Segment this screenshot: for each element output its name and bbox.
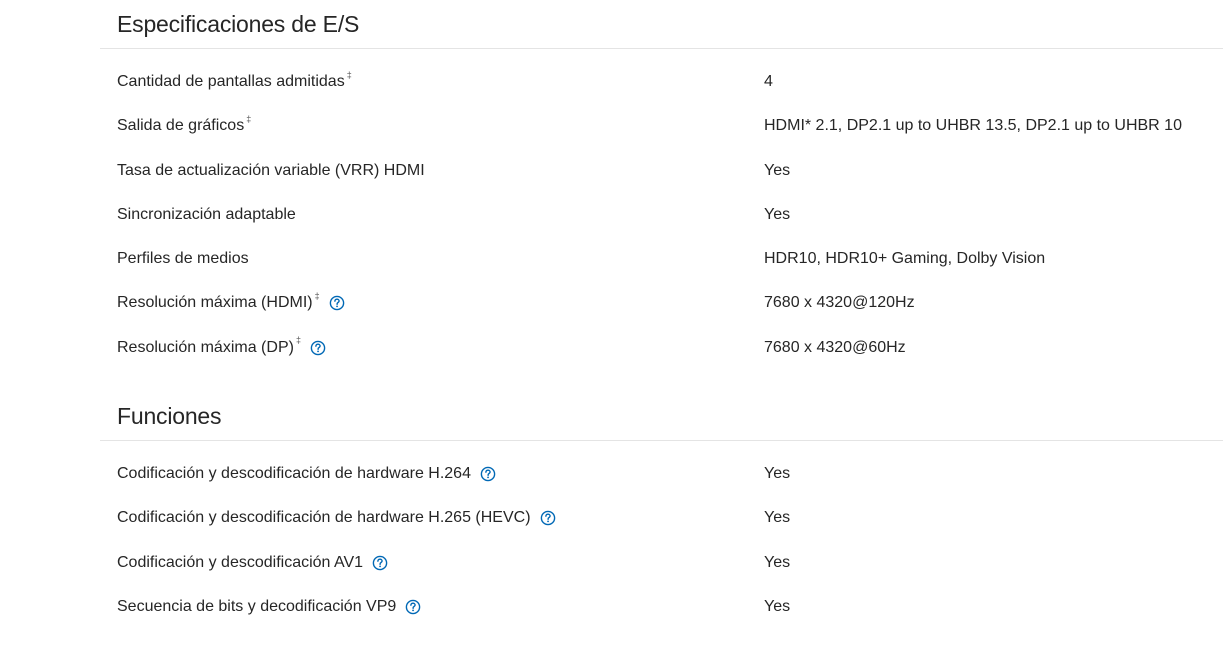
section-title: Especificaciones de E/S xyxy=(117,10,360,37)
spec-value: Yes xyxy=(764,597,791,615)
spec-label: Codificación y descodificación de hardwa… xyxy=(117,452,496,496)
spec-row: Cantidad de pantallas admitidas ‡ 4 xyxy=(100,60,1223,104)
spec-value: HDMI* 2.1, DP2.1 up to UHBR 13.5, DP2.1 … xyxy=(764,117,1182,135)
spec-value: 7680 x 4320@60Hz xyxy=(764,338,906,356)
spec-row: Resolución máxima (DP) ‡ 7680 x 4320@60Hz xyxy=(100,326,1223,370)
spec-label-text: Codificación y descodificación de hardwa… xyxy=(117,465,471,482)
spec-value: 4 xyxy=(764,73,773,90)
spec-label: Resolución máxima (HDMI) ‡ xyxy=(117,281,345,325)
spec-list: Cantidad de pantallas admitidas ‡ 4 Salida … xyxy=(100,49,1223,370)
spec-label-text: Cantidad de pantallas admitidas xyxy=(117,73,345,90)
spec-row: Codificación y descodificación de hardwa… xyxy=(100,496,1223,540)
spec-value: Yes xyxy=(764,465,791,482)
spec-label: Resolución máxima (DP) ‡ xyxy=(117,326,326,370)
spec-label: Sincronización adaptable xyxy=(117,193,296,237)
spec-row: Codificación y descodificación de hardwa… xyxy=(100,452,1223,496)
spec-label-text: Resolución máxima (DP) xyxy=(117,338,294,356)
spec-label-text: Sincronización adaptable xyxy=(117,205,296,223)
spec-label: Salida de gráficos ‡ xyxy=(117,104,251,148)
spec-label: Perfiles de medios xyxy=(117,237,249,281)
spec-label-text: Salida de gráficos xyxy=(117,117,245,135)
spec-value: 7680 x 4320@120Hz xyxy=(764,294,915,312)
spec-row: Tasa de actualización variable (VRR) HDM… xyxy=(100,149,1223,193)
spec-value: Yes xyxy=(764,161,791,179)
spec-label-text: Resolución máxima (HDMI) xyxy=(117,294,313,312)
spec-label: Secuencia de bits y decodificación VP9 xyxy=(117,585,421,629)
spec-label-text: Secuencia de bits y decodificación VP9 xyxy=(117,597,397,615)
section-header: Especificaciones de E/S xyxy=(100,0,1223,49)
spec-row: Perfiles de medios HDR10, HDR10+ Gaming, … xyxy=(100,237,1223,281)
footnote-marker: ‡ xyxy=(314,290,320,301)
spec-list: Codificación y descodificación de hardwa… xyxy=(100,441,1223,629)
spec-row: Codificación y descodificación AV1 Yes xyxy=(100,541,1223,585)
spec-label-text: Perfiles de medios xyxy=(117,250,249,268)
footnote-marker: ‡ xyxy=(346,69,352,80)
spec-label: Codificación y descodificación de hardwa… xyxy=(117,496,556,540)
question-circle-icon[interactable] xyxy=(480,466,496,482)
spec-label-text: Codificación y descodificación AV1 xyxy=(117,553,364,571)
question-circle-icon[interactable] xyxy=(540,510,556,526)
footnote-marker: ‡ xyxy=(295,335,301,346)
section-header: Funciones xyxy=(100,392,1223,441)
question-circle-icon[interactable] xyxy=(372,555,388,571)
spec-value: Yes xyxy=(764,205,791,223)
spec-label-text: Tasa de actualización variable (VRR) HDM… xyxy=(117,161,425,179)
spec-row: Secuencia de bits y decodificación VP9 Ye… xyxy=(100,585,1223,629)
question-circle-icon[interactable] xyxy=(329,295,345,311)
spec-section: Especificaciones de E/S Cantidad de panta… xyxy=(100,0,1223,370)
spec-label: Tasa de actualización variable (VRR) HDM… xyxy=(117,149,425,193)
spec-value: Yes xyxy=(764,553,791,571)
spec-row: Sincronización adaptable Yes xyxy=(100,193,1223,237)
spec-label: Codificación y descodificación AV1 xyxy=(117,541,388,585)
spec-row: Resolución máxima (HDMI) ‡ 7680 x 4320@120… xyxy=(100,281,1223,325)
spec-row: Salida de gráficos ‡ HDMI* 2.1, DP2.1 up t… xyxy=(100,104,1223,148)
spec-section: Funciones Codificación y descodificación … xyxy=(100,392,1223,629)
spec-value: HDR10, HDR10+ Gaming, Dolby Vision xyxy=(764,250,1046,268)
section-title: Funciones xyxy=(117,402,222,429)
spec-label: Cantidad de pantallas admitidas ‡ xyxy=(117,60,352,104)
question-circle-icon[interactable] xyxy=(310,340,326,356)
spec-value: Yes xyxy=(764,509,791,527)
spec-label-text: Codificación y descodificación de hardwa… xyxy=(117,509,531,527)
question-circle-icon[interactable] xyxy=(405,599,421,615)
footnote-marker: ‡ xyxy=(246,113,252,124)
